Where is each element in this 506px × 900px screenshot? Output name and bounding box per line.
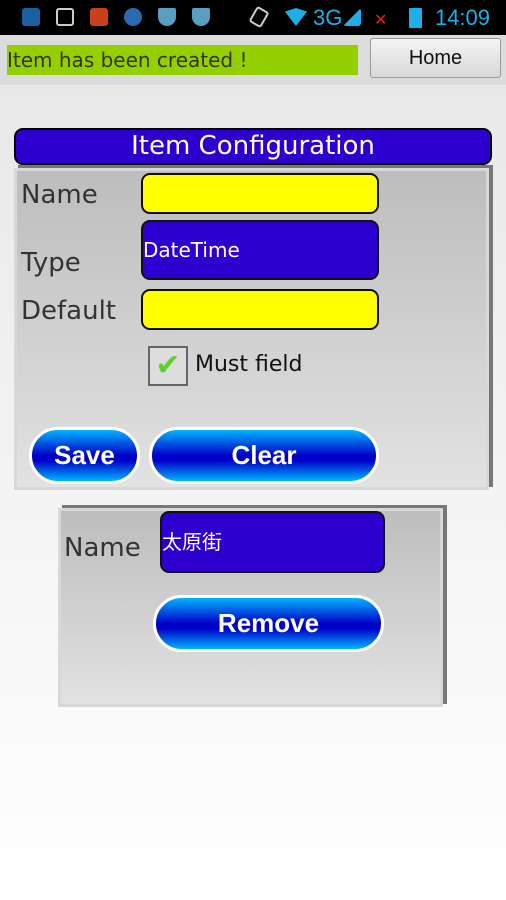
globe-icon [124, 8, 142, 26]
page-title: Item Configuration [14, 128, 492, 165]
status-message: Item has been created ! [7, 45, 358, 75]
signal-icon [343, 8, 361, 26]
status-bar: 3G ✕ 14:09 [0, 0, 506, 35]
remove-button[interactable]: Remove [153, 595, 384, 652]
item-name-value: 太原街 [162, 530, 222, 554]
battery-icon [409, 8, 422, 28]
save-button[interactable]: Save [29, 427, 140, 484]
item-name-label: Name [64, 533, 141, 563]
default-label: Default [21, 296, 116, 326]
shield-icon [158, 8, 176, 26]
item-name-field[interactable]: 太原街 [160, 511, 385, 573]
name-input[interactable] [141, 173, 379, 214]
wifi-icon [285, 8, 307, 26]
default-input[interactable] [141, 289, 379, 330]
type-select[interactable]: DateTime [141, 220, 379, 280]
rotate-icon [248, 5, 270, 29]
no-sim-icon: ✕ [374, 10, 388, 29]
top-bar: Item has been created ! Home [0, 35, 506, 85]
name-label: Name [21, 180, 98, 210]
clear-button[interactable]: Clear [149, 427, 379, 484]
home-button[interactable]: Home [370, 38, 501, 78]
type-label: Type [21, 248, 81, 278]
type-value: DateTime [143, 238, 240, 262]
gallery-icon [56, 8, 74, 26]
shield-globe-icon [192, 8, 210, 26]
checkmark-icon: ✔ [155, 348, 181, 383]
s-app-icon [90, 8, 108, 26]
must-field-label: Must field [195, 352, 303, 377]
must-field-checkbox[interactable]: ✔ [148, 346, 188, 386]
sim-toolkit-icon [22, 8, 40, 26]
network-type: 3G [313, 5, 343, 30]
clock: 14:09 [434, 5, 490, 30]
